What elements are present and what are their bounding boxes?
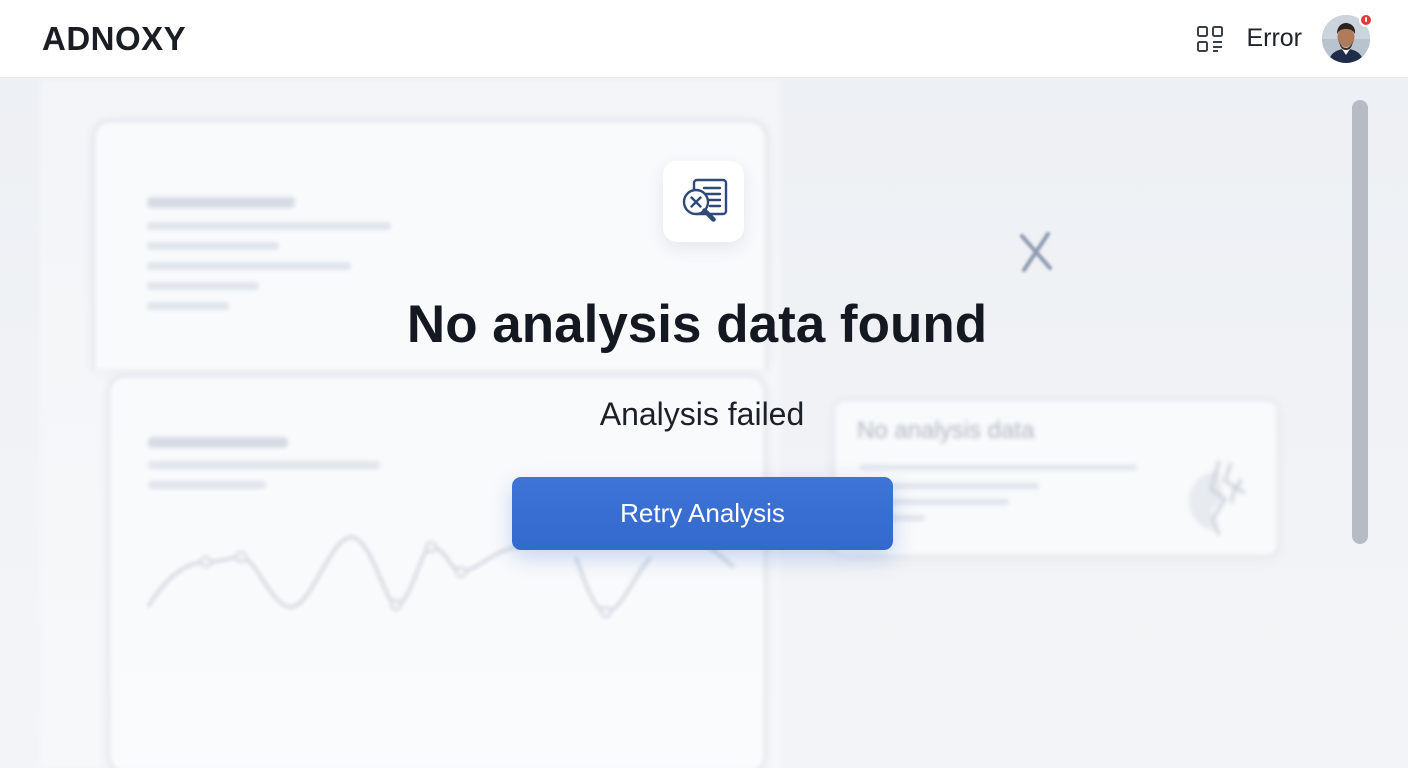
skeleton-line — [148, 437, 288, 448]
layout-grid-icon[interactable] — [1194, 23, 1226, 55]
app-logo[interactable]: ADNOXY — [42, 20, 186, 58]
top-header: ADNOXY Error — [0, 0, 1408, 78]
retry-analysis-button[interactable]: Retry Analysis — [512, 477, 893, 550]
skeleton-line — [147, 262, 351, 270]
status-label: Error — [1246, 24, 1302, 52]
skeleton-line — [147, 222, 391, 230]
search-document-error-icon — [663, 161, 744, 242]
skeleton-line — [147, 282, 259, 290]
skeleton-line — [147, 242, 279, 250]
notification-badge — [1359, 12, 1373, 27]
skeleton-line — [148, 481, 266, 489]
broken-chart-icon — [1189, 460, 1246, 536]
empty-state-title: No analysis data found — [406, 295, 988, 354]
user-avatar[interactable] — [1322, 12, 1373, 63]
skeleton-chart-card — [107, 374, 767, 768]
skeleton-line — [148, 461, 380, 469]
skeleton-line — [147, 197, 295, 208]
floating-close-icon — [1020, 232, 1052, 272]
skeleton-line — [859, 465, 1137, 470]
header-actions: Error — [1194, 12, 1373, 63]
empty-state-subtitle: Analysis failed — [599, 396, 805, 432]
